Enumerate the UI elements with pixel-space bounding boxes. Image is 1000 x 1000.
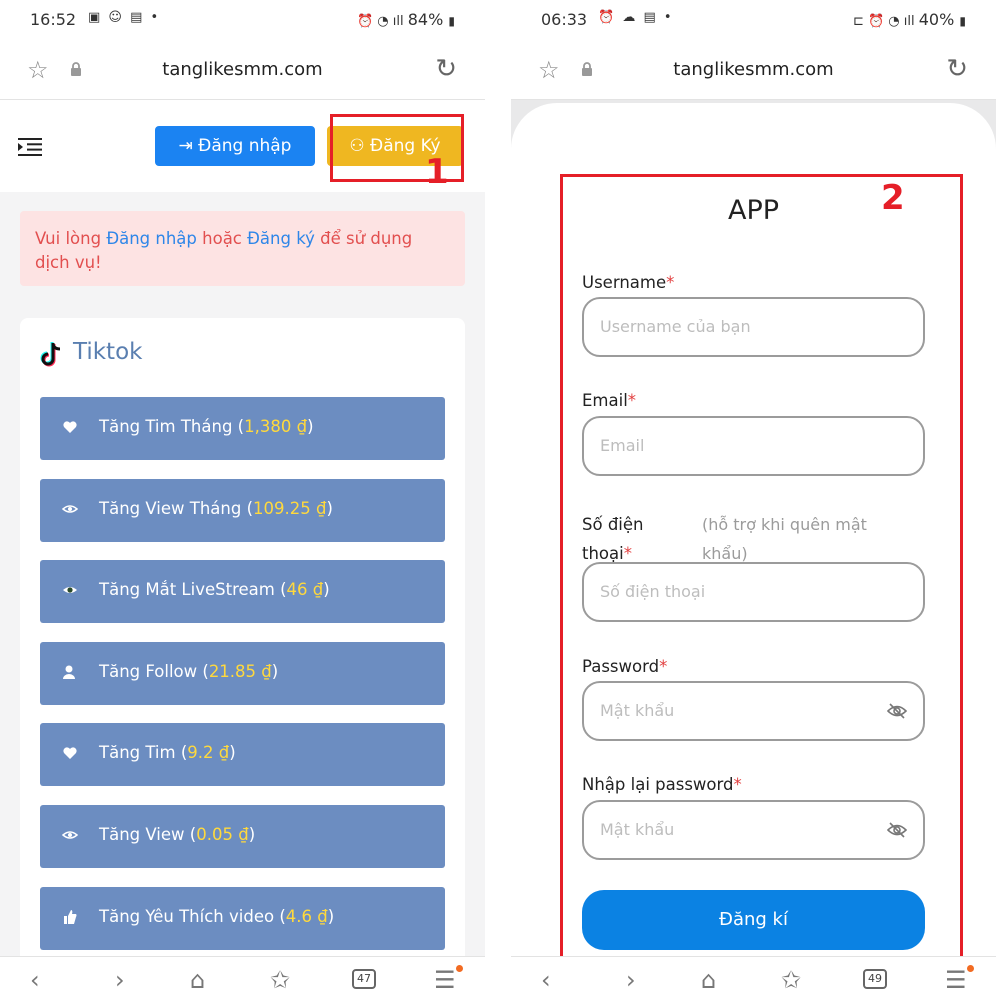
service-label: Tăng View Tháng (109.25 ₫) [99, 499, 333, 518]
battery-icon: ▮ [448, 14, 455, 28]
card-title: Tiktok [73, 339, 143, 365]
annotation-box-2 [560, 174, 963, 964]
status-time: 16:52 [30, 10, 77, 29]
service-name-close: ) [248, 825, 256, 844]
heart-icon [63, 747, 77, 760]
service-price: 1,380 ₫ [244, 417, 308, 436]
login-button[interactable]: ⇥ Đăng nhập [155, 126, 315, 166]
battery-percent: 40% [918, 10, 955, 29]
browser-url-bar: ☆ tanglikesmm.com ↻ [511, 42, 996, 100]
service-price: 9.2 ₫ [187, 743, 230, 763]
bookmarks-icon[interactable]: ✩ [781, 966, 801, 994]
forward-icon[interactable]: › [626, 966, 636, 994]
back-icon[interactable]: ‹ [541, 966, 551, 994]
annotation-number-1: 1 [425, 152, 449, 192]
eye-icon [62, 504, 78, 513]
back-icon[interactable]: ‹ [30, 966, 40, 994]
service-item[interactable]: Tăng Follow (21.85 ₫) [40, 641, 445, 705]
url-text[interactable]: tanglikesmm.com [0, 59, 485, 80]
service-name-close: ) [229, 743, 236, 763]
notification-dot [456, 965, 463, 972]
right-phone-screen: 06:33 ⏰ ☁ ▤ • ⊏ ⏰ ◔ ıll 40% ▮ ☆ tanglike… [511, 0, 996, 1000]
login-button-label: Đăng nhập [198, 136, 292, 156]
thumbs-up-icon [64, 909, 77, 924]
service-price: 0.05 ₫ [196, 825, 249, 844]
url-text[interactable]: tanglikesmm.com [511, 59, 996, 80]
notification-icons: ▣ ☺ ▤ • [88, 10, 161, 25]
reload-icon[interactable]: ↻ [435, 54, 457, 84]
home-icon[interactable]: ⌂ [190, 966, 205, 994]
service-item[interactable]: Tăng View (0.05 ₫) [40, 805, 445, 868]
service-name-close: ) [271, 661, 279, 681]
annotation-number-2: 2 [881, 178, 905, 218]
wifi-signal-icon: ⊏ ⏰ ◔ ıll [852, 14, 919, 29]
service-item[interactable]: Tăng Yêu Thích video (4.6 ₫) [40, 886, 445, 950]
service-name-close: ) [327, 906, 335, 926]
service-item[interactable]: Tăng View Tháng (109.25 ₫) [40, 478, 445, 542]
login-required-alert: Vui lòng Đăng nhập hoặc Đăng ký để sử dụ… [20, 211, 465, 286]
service-label: Tăng Tim (9.2 ₫) [99, 743, 236, 762]
status-right: ⊏ ⏰ ◔ ıll 40% ▮ [853, 10, 966, 29]
service-name: Tăng Tim Tháng ( [99, 417, 245, 436]
service-label: Tăng Yêu Thích video (4.6 ₫) [99, 907, 334, 926]
eye-filled-icon [63, 587, 77, 594]
service-price: 21.85 ₫ [208, 661, 272, 681]
browser-bottom-bar: ‹ › ⌂ ✩ 47 ☰ [0, 956, 485, 1000]
service-item[interactable]: Tăng Tim Tháng (1,380 ₫) [40, 397, 445, 460]
service-name: Tăng Tim ( [99, 743, 188, 763]
service-name: Tăng Mắt LiveStream ( [99, 580, 287, 600]
service-name: Tăng Follow ( [99, 661, 209, 681]
service-label: Tăng Follow (21.85 ₫) [99, 662, 278, 681]
status-time: 06:33 [541, 10, 588, 29]
service-item[interactable]: Tăng Mắt LiveStream (46 ₫) [40, 560, 445, 624]
reload-icon[interactable]: ↻ [946, 54, 968, 84]
service-price: 46 ₫ [286, 580, 324, 600]
tab-count[interactable]: 49 [863, 969, 887, 989]
service-label: Tăng Tim Tháng (1,380 ₫) [99, 417, 314, 436]
browser-bottom-bar: ‹ › ⌂ ✩ 49 ☰ [511, 956, 996, 1000]
tiktok-services-card: Tiktok Tăng Tim Tháng (1,380 ₫) Tăng View… [20, 318, 465, 998]
service-name-close: ) [323, 580, 330, 600]
service-price: 109.25 ₫ [253, 498, 327, 518]
service-name-close: ) [326, 498, 333, 518]
service-label: Tăng Mắt LiveStream (46 ₫) [99, 580, 330, 599]
tiktok-logo-icon [40, 342, 61, 367]
alert-login-link[interactable]: Đăng nhập [106, 229, 197, 248]
screenshot-stage: 16:52 ▣ ☺ ▤ • ⏰ ◔ ıll 84% ▮ ☆ tanglikesm… [0, 0, 1000, 1000]
menu-icon[interactable]: ☰ [434, 966, 456, 994]
notification-icons: ⏰ ☁ ▤ • [598, 10, 674, 25]
service-name-close: ) [307, 417, 314, 436]
service-label: Tăng View (0.05 ₫) [99, 825, 255, 844]
service-item[interactable]: Tăng Tim (9.2 ₫) [40, 723, 445, 787]
alert-text: Vui lòng [35, 229, 107, 248]
left-phone-screen: 16:52 ▣ ☺ ▤ • ⏰ ◔ ıll 84% ▮ ☆ tanglikesm… [0, 0, 485, 1000]
service-price: 4.6 ₫ [285, 906, 328, 926]
battery-percent: 84% [407, 10, 444, 29]
battery-icon: ▮ [959, 14, 966, 28]
service-name: Tăng View ( [99, 825, 197, 844]
bookmarks-icon[interactable]: ✩ [270, 966, 290, 994]
status-bar: 06:33 ⏰ ☁ ▤ • ⊏ ⏰ ◔ ıll 40% ▮ [511, 0, 996, 42]
browser-url-bar: ☆ tanglikesmm.com ↻ [0, 42, 485, 100]
wifi-signal-icon: ⏰ ◔ ıll [356, 14, 408, 29]
service-name: Tăng View Tháng ( [99, 498, 254, 518]
eye-icon [62, 831, 78, 839]
home-icon[interactable]: ⌂ [701, 966, 716, 994]
forward-icon[interactable]: › [115, 966, 125, 994]
heart-icon [63, 421, 77, 433]
menu-icon[interactable]: ☰ [945, 966, 967, 994]
alert-text: hoặc [196, 229, 248, 248]
status-bar: 16:52 ▣ ☺ ▤ • ⏰ ◔ ıll 84% ▮ [0, 0, 485, 42]
status-right: ⏰ ◔ ıll 84% ▮ [357, 10, 455, 29]
alert-register-link[interactable]: Đăng ký [247, 229, 315, 248]
service-name: Tăng Yêu Thích video ( [99, 906, 286, 926]
menu-toggle-icon[interactable] [18, 138, 42, 156]
notification-dot [967, 965, 974, 972]
login-icon: ⇥ [178, 136, 199, 156]
user-icon [63, 665, 75, 679]
tab-count[interactable]: 47 [352, 969, 376, 989]
divider [485, 0, 511, 1000]
